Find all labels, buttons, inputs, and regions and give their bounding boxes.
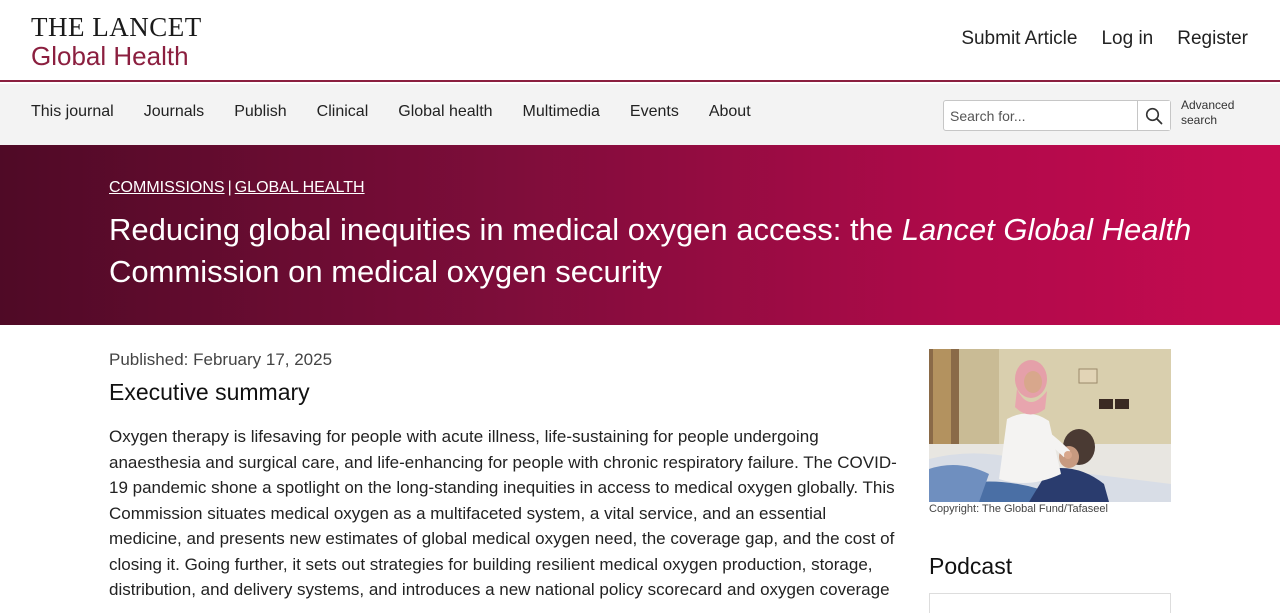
published-date: Published: February 17, 2025 xyxy=(109,350,333,369)
logo-line1: THE LANCET xyxy=(31,12,202,42)
logo-line2: Global Health xyxy=(31,41,189,71)
breadcrumb-commissions[interactable]: COMMISSIONS xyxy=(109,179,225,196)
article-title: Reducing global inequities in medical ox… xyxy=(109,209,1209,293)
article-hero: COMMISSIONS | GLOBAL HEALTH Reducing globa… xyxy=(0,145,1280,325)
nav-events[interactable]: Events xyxy=(630,103,679,121)
title-part2: Commission on medical oxygen security xyxy=(109,254,663,289)
submit-article-link[interactable]: Submit Article xyxy=(961,28,1077,50)
search-box xyxy=(943,100,1171,131)
executive-summary-text: Oxygen therapy is lifesaving for people … xyxy=(109,427,897,599)
article-image[interactable] xyxy=(929,349,1171,502)
advanced-search-line1: Advanced xyxy=(1181,98,1235,112)
nav-publish[interactable]: Publish xyxy=(234,103,286,121)
nav-clinical[interactable]: Clinical xyxy=(317,103,369,121)
search-icon xyxy=(1145,107,1163,124)
nav-about[interactable]: About xyxy=(709,103,751,121)
search-input[interactable] xyxy=(944,101,1138,130)
title-journal-italic: Lancet Global Health xyxy=(901,212,1192,247)
advanced-search-link[interactable]: Advanced search xyxy=(1181,98,1241,128)
podcast-heading: Podcast xyxy=(929,553,1013,579)
nav-multimedia[interactable]: Multimedia xyxy=(523,103,600,121)
main-nav: This journal Journals Publish Clinical G… xyxy=(0,84,1280,145)
nurse-patient-photo xyxy=(929,349,1171,502)
image-caption: Copyright: The Global Fund/Tafaseel xyxy=(929,503,1108,515)
breadcrumb-global-health[interactable]: GLOBAL HEALTH xyxy=(235,179,365,196)
podcast-card[interactable] xyxy=(929,593,1171,613)
site-header: THE LANCET Global Health Submit Article … xyxy=(0,0,1280,82)
search-button[interactable] xyxy=(1137,101,1170,130)
login-link[interactable]: Log in xyxy=(1101,28,1153,50)
nav-global-health[interactable]: Global health xyxy=(398,103,492,121)
journal-logo[interactable]: THE LANCET Global Health xyxy=(31,12,202,72)
advanced-search-line2: search xyxy=(1181,113,1218,127)
nav-this-journal[interactable]: This journal xyxy=(31,103,114,121)
account-links: Submit Article Log in Register xyxy=(961,28,1248,50)
title-part1: Reducing global inequities in medical ox… xyxy=(109,212,902,247)
register-link[interactable]: Register xyxy=(1177,28,1248,50)
section-title: Executive summary xyxy=(109,379,310,405)
breadcrumb-separator: | xyxy=(227,179,232,196)
nav-journals[interactable]: Journals xyxy=(144,103,204,121)
article-body: Published: February 17, 2025 Executive s… xyxy=(109,350,899,603)
breadcrumb: COMMISSIONS | GLOBAL HEALTH xyxy=(109,179,365,197)
nav-items: This journal Journals Publish Clinical G… xyxy=(31,103,751,121)
